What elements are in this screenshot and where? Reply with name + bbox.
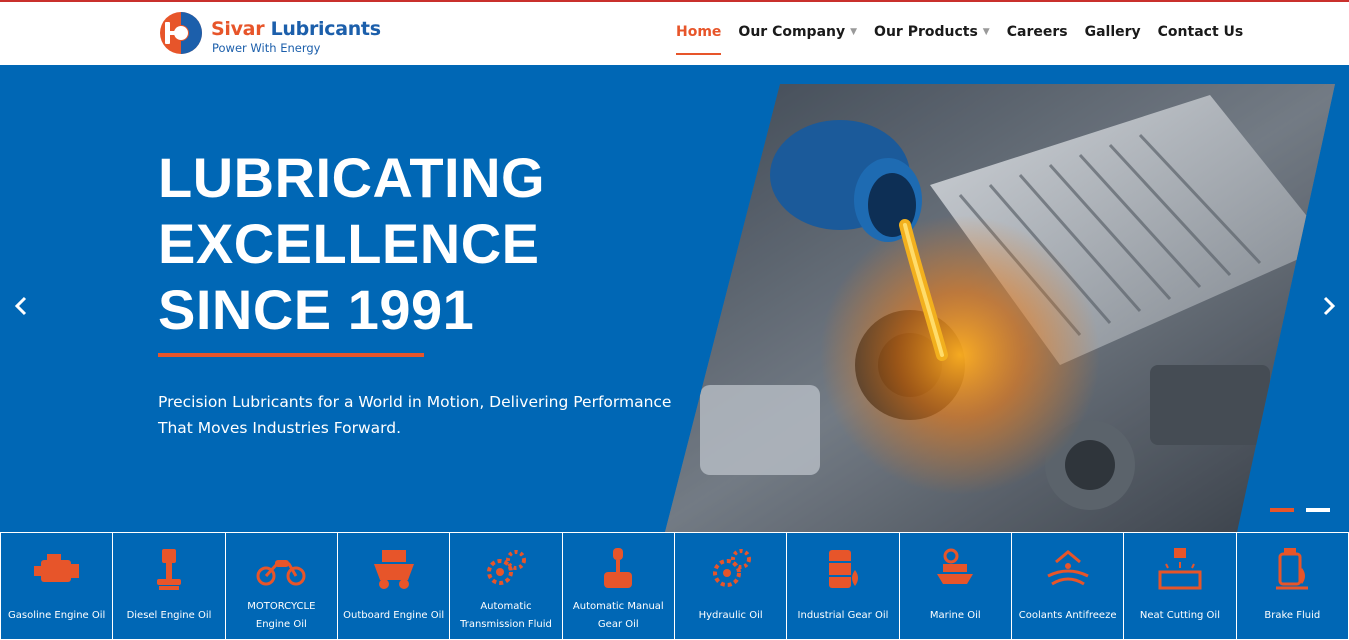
category-label: Automatic Manual Gear Oil	[572, 601, 664, 630]
chevron-left-icon	[14, 296, 27, 316]
gears-icon	[712, 549, 751, 587]
nav-item-label: Home	[676, 24, 722, 40]
site-logo[interactable]: Sivar Lubricants Power With Energy	[159, 8, 381, 58]
hero-headline-line: LUBRICATING	[158, 146, 546, 209]
slider-pagination	[1270, 508, 1342, 512]
category-automatic-manual-gear-oil[interactable]: Automatic Manual Gear Oil	[561, 532, 674, 640]
nav-item-label: Our Company	[738, 24, 846, 40]
logo-tagline: Power With Energy	[212, 41, 321, 55]
category-label: Neat Cutting Oil	[1139, 610, 1220, 621]
logo-mark-icon	[160, 12, 202, 54]
hero-divider	[158, 353, 424, 357]
category-label: Marine Oil	[929, 610, 981, 621]
motorcycle-icon	[256, 560, 306, 586]
category-outboard-engine-oil[interactable]: Outboard Engine Oil	[336, 532, 450, 640]
nav-item-our-company[interactable]: Our Company ▼	[738, 24, 857, 40]
ship-icon	[373, 550, 414, 589]
category-gasoline-engine-oil[interactable]: Gasoline Engine Oil	[0, 532, 113, 640]
category-label: MOTORCYCLE Engine Oil	[247, 601, 316, 630]
category-label: Automatic Transmission Fluid	[460, 601, 552, 630]
slider-dot[interactable]	[1306, 508, 1330, 512]
category-diesel-engine-oil[interactable]: Diesel Engine Oil	[112, 532, 225, 640]
hero-slider: LUBRICATING EXCELLENCE SINCE 1991 Precis…	[0, 65, 1349, 532]
product-category-strip: Gasoline Engine Oil Diesel Engine Oil MO…	[0, 532, 1349, 640]
category-label: Industrial Gear Oil	[797, 610, 889, 621]
nav-item-careers[interactable]: Careers	[1007, 24, 1068, 40]
category-label: Coolants Antifreeze	[1018, 610, 1117, 621]
category-label: Gasoline Engine Oil	[8, 610, 106, 621]
category-neat-cutting-oil[interactable]: Neat Cutting Oil	[1123, 532, 1236, 640]
category-automatic-transmission-fluid[interactable]: Automatic Transmission Fluid	[449, 532, 562, 640]
category-industrial-gear-oil[interactable]: Industrial Gear Oil	[786, 532, 899, 640]
caret-down-icon: ▼	[850, 27, 858, 37]
logo-name-prefix: Sivar	[211, 18, 265, 40]
marine-boat-icon	[937, 548, 974, 584]
nav-item-home[interactable]: Home	[676, 24, 722, 55]
category-label: Diesel Engine Oil	[126, 610, 212, 621]
site-header: Sivar Lubricants Power With Energy Home …	[0, 2, 1349, 65]
gears-icon	[486, 550, 526, 585]
slider-dot-active[interactable]	[1270, 508, 1294, 512]
category-label: Brake Fluid	[1264, 610, 1321, 621]
nav-item-contact-us[interactable]: Contact Us	[1158, 24, 1244, 40]
hero-headline-line: SINCE 1991	[158, 278, 475, 341]
nav-item-label: Contact Us	[1157, 24, 1244, 40]
nav-item-gallery[interactable]: Gallery	[1085, 24, 1141, 40]
logo-name: Sivar Lubricants	[211, 18, 381, 40]
nav-item-our-products[interactable]: Our Products ▼	[874, 24, 990, 40]
nav-item-label: Gallery	[1084, 24, 1141, 40]
gear-shift-icon	[604, 548, 633, 588]
oil-barrel-icon	[828, 550, 858, 588]
slider-prev-button[interactable]	[6, 291, 36, 321]
slider-next-button[interactable]	[1314, 291, 1344, 321]
brake-fluid-icon	[1276, 548, 1309, 590]
caret-down-icon: ▼	[982, 27, 990, 37]
main-nav: Home Our Company ▼ Our Products ▼ Careers …	[676, 24, 1260, 55]
category-coolants-antifreeze[interactable]: Coolants Antifreeze	[1010, 532, 1124, 640]
hero-headline-line: EXCELLENCE	[158, 212, 540, 275]
engine-icon	[33, 554, 79, 582]
category-label: Hydraulic Oil	[698, 610, 763, 621]
category-hydraulic-oil[interactable]: Hydraulic Oil	[673, 532, 787, 640]
category-label: Outboard Engine Oil	[343, 610, 445, 621]
nav-item-label: Careers	[1006, 24, 1068, 40]
hero-headline: LUBRICATING EXCELLENCE SINCE 1991	[158, 145, 545, 343]
category-motorcycle-engine-oil[interactable]: MOTORCYCLE Engine Oil	[224, 532, 337, 640]
hero-subtitle: Precision Lubricants for a World in Moti…	[158, 393, 672, 437]
chevron-right-icon	[1323, 296, 1336, 316]
nav-item-label: Our Products	[874, 24, 978, 40]
category-brake-fluid[interactable]: Brake Fluid	[1235, 532, 1349, 640]
piston-icon	[156, 549, 181, 590]
coolant-icon	[1046, 550, 1089, 586]
cutting-machine-icon	[1158, 548, 1202, 590]
logo-name-main: Lubricants	[270, 18, 381, 40]
category-marine-oil[interactable]: Marine Oil	[898, 532, 1011, 640]
